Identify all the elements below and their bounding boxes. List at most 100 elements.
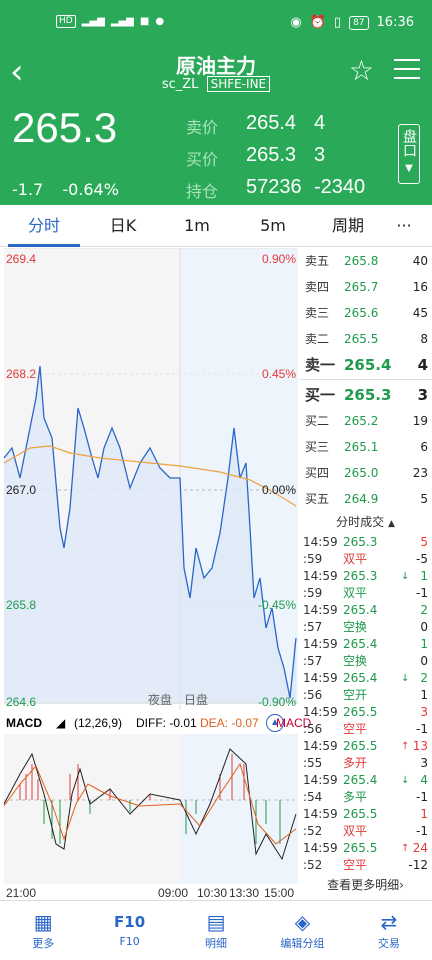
book-price: 265.8: [344, 254, 379, 268]
trade-price: 265.5: [343, 705, 378, 719]
nav-f10[interactable]: F10 F10: [86, 901, 172, 960]
pct-label-mid: 0.00%: [261, 483, 296, 497]
trade-row: :56 空开 1: [299, 687, 432, 704]
trade-volume: -12: [408, 858, 428, 872]
order-book-row[interactable]: 买二 265.2 19: [299, 408, 432, 434]
trade-price: 双平: [343, 552, 368, 566]
trade-price: 双平: [343, 824, 368, 838]
hd-badge: HD: [56, 15, 76, 28]
status-bar: HD ▂▄▆ ▂▄▆ ■ ● ◉ ⏰ ▯ 87 16:36: [0, 0, 432, 46]
nav-details-label: 明细: [205, 937, 228, 950]
order-book-row[interactable]: 买三 265.1 6: [299, 434, 432, 460]
pan-button[interactable]: 盘口 ▼: [398, 124, 420, 184]
trade-row: 14:59 265.4 1: [299, 636, 432, 653]
day-session-label: 日盘: [184, 693, 209, 707]
trade-ticks: 分时成交 ▲ 14:59 265.3 5:59 双平 -5 14:59 265.3 ↓ 1:59…: [299, 510, 432, 900]
order-book-row[interactable]: 买四 265.0 23: [299, 460, 432, 486]
order-book-row[interactable]: 买一 265.3 3: [299, 382, 432, 408]
change-percent: -0.64%: [62, 180, 119, 199]
book-level: 买五: [305, 492, 330, 506]
bottom-nav: ▦ 更多 F10 F10 ▤ 明细 ◈ 编辑分组 ⇄ 交易: [0, 900, 432, 960]
tab-more[interactable]: ···: [378, 205, 430, 247]
order-book-row[interactable]: 卖三 265.6 45: [299, 300, 432, 326]
more-details-link[interactable]: 查看更多明细›: [299, 876, 432, 893]
header-panel: HD ▂▄▆ ▂▄▆ ■ ● ◉ ⏰ ▯ 87 16:36 ‹ 原油主力 sc_…: [0, 0, 432, 205]
trade-time: :52: [303, 858, 323, 872]
book-level: 买四: [305, 466, 330, 480]
order-book-row[interactable]: 卖二 265.5 8: [299, 326, 432, 352]
tab-daily-k[interactable]: 日K: [80, 205, 166, 247]
macd-dropdown-icon[interactable]: ◢: [56, 716, 65, 730]
nav-trade[interactable]: ⇄ 交易: [346, 901, 432, 960]
macd-selector[interactable]: MACD: [6, 716, 42, 730]
pan-label: 盘口: [401, 129, 417, 157]
nav-more[interactable]: ▦ 更多: [0, 901, 86, 960]
book-volume: 5: [420, 492, 428, 506]
macd-params: (12,26,9): [74, 716, 123, 730]
tab-period[interactable]: 周期: [318, 205, 378, 247]
order-book-row[interactable]: 卖一 265.4 4: [299, 352, 432, 378]
x-label-1330: 13:30: [229, 886, 260, 900]
status-left: HD ▂▄▆ ▂▄▆ ■ ●: [56, 15, 164, 28]
nav-edit-group-label: 编辑分组: [280, 937, 325, 950]
trade-volume: -5: [416, 552, 428, 566]
order-book-row[interactable]: 卖五 265.8 40: [299, 248, 432, 274]
x-label-start: 21:00: [6, 886, 37, 900]
ask-price: 265.4: [246, 112, 297, 134]
trade-volume: 2: [420, 603, 428, 617]
book-volume: 40: [412, 254, 428, 268]
book-level: 买三: [305, 440, 330, 454]
exchange-badge: SHFE-INE: [206, 76, 271, 92]
trade-price: 265.4: [343, 671, 378, 685]
intraday-chart[interactable]: 269.4 268.2 267.0 265.8 264.6 0.90% 0.45…: [0, 248, 298, 710]
nav-more-label: 更多: [32, 937, 55, 950]
nav-details[interactable]: ▤ 明细: [173, 901, 259, 960]
favorite-star-icon[interactable]: ☆: [349, 54, 374, 87]
book-volume: 4: [417, 356, 428, 374]
trade-price: 空平: [343, 858, 368, 872]
trade-volume: -1: [416, 790, 428, 804]
change-line: -1.7 -0.64%: [12, 180, 133, 199]
book-divider: [299, 379, 432, 380]
trade-time: :56: [303, 688, 323, 702]
order-book-row[interactable]: 买五 264.9 5: [299, 486, 432, 512]
trade-price: 265.5: [343, 739, 378, 753]
trade-volume: -1: [416, 722, 428, 736]
book-volume: 19: [412, 414, 428, 428]
book-price: 264.9: [344, 492, 379, 506]
trade-arrow: ↓: [401, 571, 410, 582]
trades-title[interactable]: 分时成交 ▲: [299, 510, 432, 534]
tab-1m[interactable]: 1m: [166, 205, 228, 247]
trade-row: :52 双平 -1: [299, 823, 432, 840]
trade-time: 14:59: [303, 671, 338, 685]
tab-intraday[interactable]: 分时: [8, 205, 80, 247]
nav-edit-group[interactable]: ◈ 编辑分组: [259, 901, 345, 960]
ask-volume: 4: [314, 112, 326, 134]
book-volume: 45: [412, 306, 428, 320]
trade-row: :57 空换 0: [299, 653, 432, 670]
trade-price: 265.3: [343, 535, 378, 549]
trade-volume: 3: [420, 756, 428, 770]
x-label-1500: 15:00: [264, 886, 295, 900]
trade-volume: 4: [420, 773, 428, 787]
order-book-row[interactable]: 卖四 265.7 16: [299, 274, 432, 300]
nav-bar: ‹ 原油主力 sc_ZL SHFE-INE ☆: [0, 46, 432, 100]
book-price: 265.3: [344, 386, 392, 404]
trade-arrow: ↓: [401, 775, 410, 786]
macd-chart: [3, 734, 298, 884]
book-price: 265.6: [344, 306, 379, 320]
trade-time: 14:59: [303, 603, 338, 617]
trade-time: :59: [303, 586, 323, 600]
book-price: 265.5: [344, 332, 379, 346]
pct-label-bottom: -0.90%: [257, 695, 296, 709]
tab-5m[interactable]: 5m: [228, 205, 318, 247]
pct-label-top: 0.90%: [261, 252, 296, 266]
book-level: 卖五: [305, 254, 330, 268]
book-price: 265.0: [344, 466, 379, 480]
menu-icon[interactable]: [394, 59, 420, 86]
bid-volume: 3: [314, 144, 326, 166]
trade-row: 14:59 265.5 ↑ 13: [299, 738, 432, 755]
eye-icon: ◉: [290, 15, 302, 30]
trade-price: 空换: [343, 654, 368, 668]
nav-f10-label: F10: [119, 935, 140, 948]
